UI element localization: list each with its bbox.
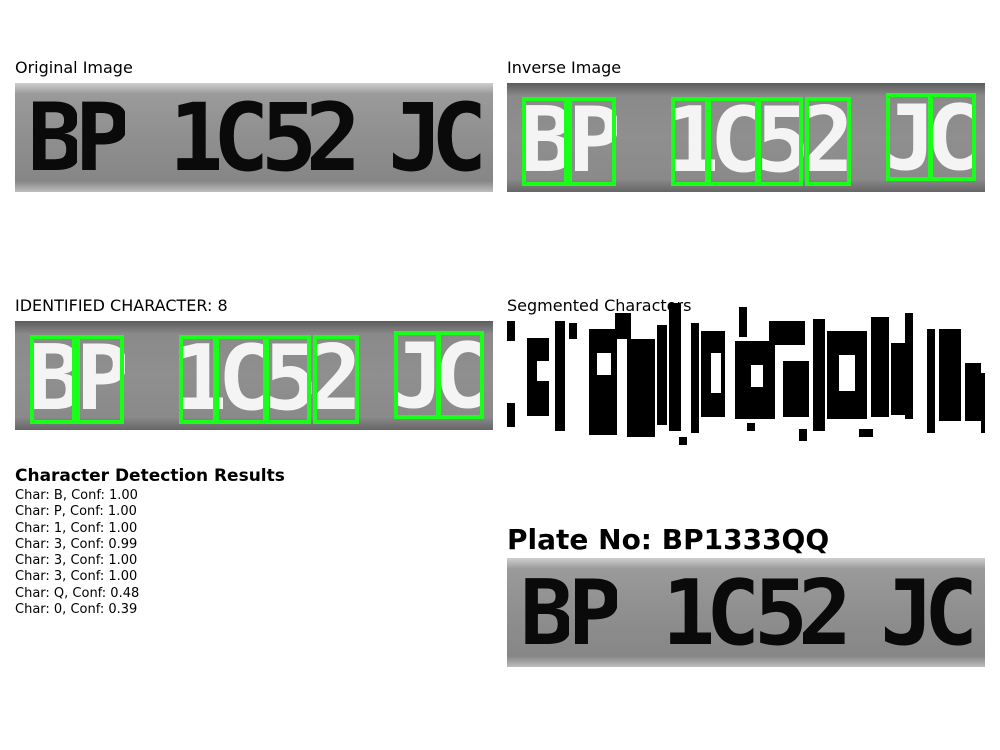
results-title: Character Detection Results [15, 466, 285, 486]
segmented-characters-title: Segmented Characters [507, 296, 692, 315]
plate-char: B [33, 91, 77, 185]
inverse-plate-image: B P 1 C 5 2 J C [507, 83, 985, 192]
plate-char: 5 [267, 91, 311, 185]
plate-char: C [929, 568, 973, 658]
detection-box [179, 335, 217, 424]
detection-box [671, 97, 709, 186]
plate-char: P [573, 568, 617, 658]
inverse-image-title: Inverse Image [507, 58, 622, 77]
original-image-title: Original Image [15, 58, 133, 77]
plate-char: 2 [803, 568, 847, 658]
detection-box [929, 93, 976, 181]
plate-char: 1 [175, 91, 219, 185]
plate-char: 2 [311, 91, 355, 185]
detection-box [522, 97, 568, 186]
plate-char: 5 [759, 568, 803, 658]
plate-char: C [219, 91, 263, 185]
plate-char: C [437, 91, 481, 185]
detection-box [757, 97, 803, 186]
result-item: Char: 3, Conf: 1.00 [15, 553, 138, 569]
plate-char: P [81, 91, 125, 185]
detection-box [886, 93, 932, 181]
identified-plate-image: B P 1 C 5 2 J C [15, 321, 493, 430]
detection-box [568, 97, 616, 186]
detection-box [215, 335, 267, 424]
result-item: Char: P, Conf: 1.00 [15, 504, 137, 520]
result-item: Char: 3, Conf: 0.99 [15, 536, 138, 552]
detection-box [707, 97, 759, 186]
detection-box [313, 335, 359, 424]
detection-box [437, 331, 484, 419]
result-item: Char: 0, Conf: 0.39 [15, 602, 138, 618]
detection-box [76, 335, 124, 424]
result-item: Char: 3, Conf: 1.00 [15, 569, 138, 585]
plate-char: C [711, 568, 755, 658]
original-plate-image: B P 1 C 5 2 J C [15, 83, 493, 192]
detection-box [265, 335, 311, 424]
result-item: Char: 1, Conf: 1.00 [15, 520, 138, 536]
result-item: Char: Q, Conf: 0.48 [15, 585, 140, 601]
final-plate-image: B P 1 C 5 2 J C [507, 558, 985, 667]
identified-character-title: IDENTIFIED CHARACTER: 8 [15, 296, 228, 315]
segmented-characters-image [507, 303, 985, 446]
plate-char: J [393, 91, 437, 185]
results-list: Char: B, Conf: 1.00 Char: P, Conf: 1.00 … [15, 488, 139, 618]
result-item: Char: B, Conf: 1.00 [15, 488, 138, 503]
plate-number: Plate No: BP1333QQ [507, 523, 830, 556]
detection-box [805, 97, 851, 186]
plate-char: 1 [667, 568, 711, 658]
detection-box [30, 335, 76, 424]
detection-box [394, 331, 440, 419]
plate-char: B [525, 568, 569, 658]
plate-char: J [885, 568, 929, 658]
